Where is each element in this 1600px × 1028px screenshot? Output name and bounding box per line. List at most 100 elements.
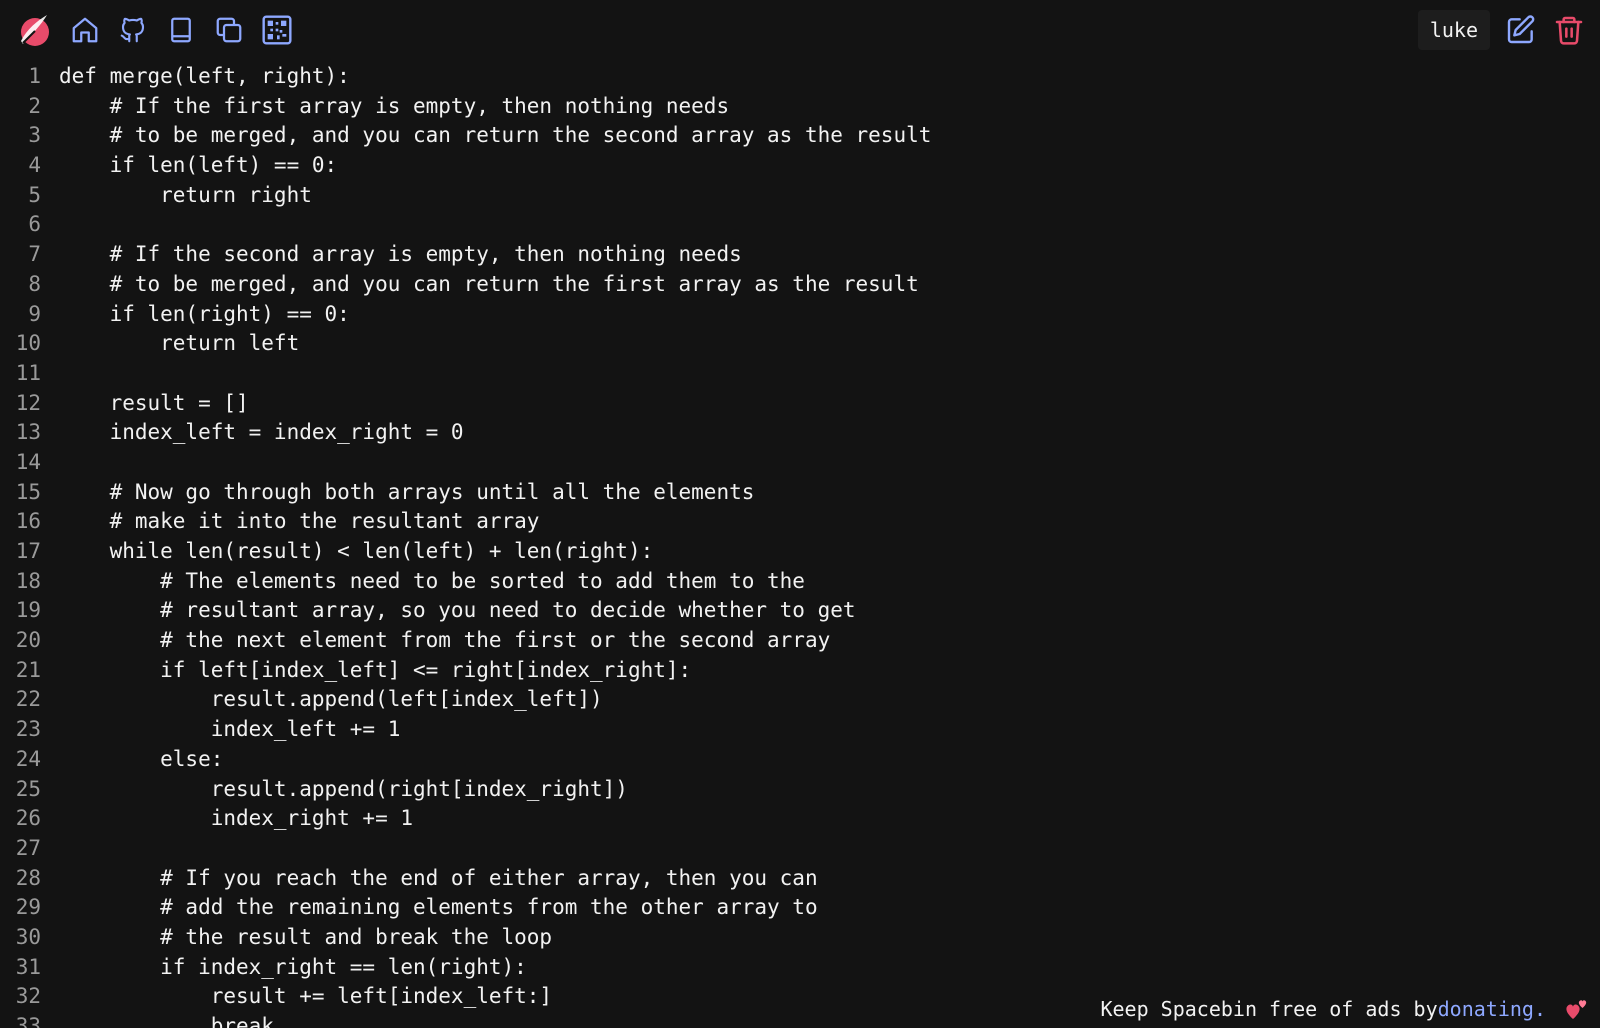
line-number[interactable]: 12 bbox=[0, 389, 41, 419]
line-text: else: bbox=[59, 746, 224, 771]
line-text: result.append(right[index_right]) bbox=[59, 776, 628, 801]
line-text: if index_right == len(right): bbox=[59, 954, 527, 979]
line-number[interactable]: 15 bbox=[0, 478, 41, 508]
code-line: 14 bbox=[0, 448, 1600, 478]
code-line: 5 return right bbox=[0, 181, 1600, 211]
line-number[interactable]: 32 bbox=[0, 982, 41, 1012]
line-number[interactable]: 25 bbox=[0, 775, 41, 805]
line-text: # to be merged, and you can return the f… bbox=[59, 271, 919, 296]
qr-code-icon[interactable] bbox=[260, 13, 294, 47]
line-number[interactable]: 27 bbox=[0, 834, 41, 864]
line-number[interactable]: 22 bbox=[0, 685, 41, 715]
line-text: result += left[index_left:] bbox=[59, 984, 553, 1009]
line-number[interactable]: 9 bbox=[0, 300, 41, 330]
line-text: result.append(left[index_left]) bbox=[59, 687, 603, 712]
copy-icon[interactable] bbox=[212, 13, 246, 47]
line-text: def merge(left, right): bbox=[59, 64, 350, 88]
username-badge[interactable]: luke bbox=[1417, 10, 1490, 50]
donation-footer: Keep Spacebin free of ads by donating. bbox=[1090, 996, 1590, 1022]
line-number[interactable]: 19 bbox=[0, 596, 41, 626]
github-icon[interactable] bbox=[116, 13, 150, 47]
edit-icon[interactable] bbox=[1504, 13, 1538, 47]
code-line: 15 # Now go through both arrays until al… bbox=[0, 478, 1600, 508]
code-line: 3 # to be merged, and you can return the… bbox=[0, 121, 1600, 151]
line-text: return left bbox=[59, 331, 300, 356]
line-number[interactable]: 24 bbox=[0, 745, 41, 775]
line-number[interactable]: 18 bbox=[0, 567, 41, 597]
line-number[interactable]: 8 bbox=[0, 270, 41, 300]
line-text: # Now go through both arrays until all t… bbox=[59, 479, 755, 504]
line-text: # If the second array is empty, then not… bbox=[59, 242, 742, 267]
code-line: 8 # to be merged, and you can return the… bbox=[0, 270, 1600, 300]
line-number[interactable]: 4 bbox=[0, 151, 41, 181]
line-text: # The elements need to be sorted to add … bbox=[59, 568, 805, 593]
line-text: # the next element from the first or the… bbox=[59, 628, 831, 653]
code-line: 27 bbox=[0, 834, 1600, 864]
code-line: 18 # The elements need to be sorted to a… bbox=[0, 567, 1600, 597]
code-line: 25 result.append(right[index_right]) bbox=[0, 775, 1600, 805]
line-number[interactable]: 2 bbox=[0, 92, 41, 122]
code-line: 29 # add the remaining elements from the… bbox=[0, 893, 1600, 923]
code-line: 31 if index_right == len(right): bbox=[0, 953, 1600, 983]
line-text: # resultant array, so you need to decide… bbox=[59, 598, 856, 623]
code-line: 19 # resultant array, so you need to dec… bbox=[0, 596, 1600, 626]
top-toolbar bbox=[14, 8, 294, 52]
line-number[interactable]: 11 bbox=[0, 359, 41, 389]
line-text: break bbox=[59, 1014, 274, 1028]
home-icon[interactable] bbox=[68, 13, 102, 47]
line-number[interactable]: 16 bbox=[0, 507, 41, 537]
line-number[interactable]: 29 bbox=[0, 893, 41, 923]
line-number[interactable]: 33 bbox=[0, 1012, 41, 1028]
line-text: # If the first array is empty, then noth… bbox=[59, 93, 730, 118]
code-line: 22 result.append(left[index_left]) bbox=[0, 685, 1600, 715]
line-number[interactable]: 26 bbox=[0, 804, 41, 834]
line-number[interactable]: 14 bbox=[0, 448, 41, 478]
line-number[interactable]: 23 bbox=[0, 715, 41, 745]
line-text: # the result and break the loop bbox=[59, 924, 553, 949]
line-number[interactable]: 5 bbox=[0, 181, 41, 211]
code-line: 10 return left bbox=[0, 329, 1600, 359]
line-number[interactable]: 31 bbox=[0, 953, 41, 983]
hearts-icon bbox=[1564, 996, 1590, 1022]
line-number[interactable]: 1 bbox=[0, 62, 41, 92]
line-text bbox=[41, 834, 59, 864]
line-number[interactable]: 17 bbox=[0, 537, 41, 567]
header-actions: luke bbox=[1417, 10, 1586, 50]
code-line: 2 # If the first array is empty, then no… bbox=[0, 92, 1600, 122]
code-line: 24 else: bbox=[0, 745, 1600, 775]
line-text: # to be merged, and you can return the s… bbox=[59, 123, 932, 148]
line-number[interactable]: 3 bbox=[0, 121, 41, 151]
line-text bbox=[41, 448, 59, 478]
code-line: 21 if left[index_left] <= right[index_ri… bbox=[0, 656, 1600, 686]
trash-icon[interactable] bbox=[1552, 13, 1586, 47]
line-text: return right bbox=[59, 182, 312, 207]
book-icon[interactable] bbox=[164, 13, 198, 47]
line-text: index_right += 1 bbox=[59, 806, 414, 831]
line-text bbox=[41, 210, 59, 240]
code-line: 7 # If the second array is empty, then n… bbox=[0, 240, 1600, 270]
line-text: index_left += 1 bbox=[59, 717, 401, 742]
line-number[interactable]: 21 bbox=[0, 656, 41, 686]
line-number[interactable]: 6 bbox=[0, 210, 41, 240]
line-text: if len(left) == 0: bbox=[59, 153, 338, 178]
code-line: 11 bbox=[0, 359, 1600, 389]
code-line: 17 while len(result) < len(left) + len(r… bbox=[0, 537, 1600, 567]
code-line: 6 bbox=[0, 210, 1600, 240]
line-number[interactable]: 28 bbox=[0, 864, 41, 894]
line-number[interactable]: 13 bbox=[0, 418, 41, 448]
donate-link[interactable]: donating. bbox=[1438, 997, 1546, 1021]
spacebin-logo-icon[interactable] bbox=[14, 10, 54, 50]
line-number[interactable]: 20 bbox=[0, 626, 41, 656]
code-line: 30 # the result and break the loop bbox=[0, 923, 1600, 953]
line-number[interactable]: 30 bbox=[0, 923, 41, 953]
code-viewer[interactable]: 1 def merge(left, right): 2 # If the first… bbox=[0, 62, 1600, 1028]
line-text: if left[index_left] <= right[index_right… bbox=[59, 657, 692, 682]
code-line: 26 index_right += 1 bbox=[0, 804, 1600, 834]
code-line: 12 result = [] bbox=[0, 389, 1600, 419]
code-line: 1 def merge(left, right): bbox=[0, 62, 1600, 92]
line-text: if len(right) == 0: bbox=[59, 301, 350, 326]
line-text: # If you reach the end of either array, … bbox=[59, 865, 818, 890]
line-number[interactable]: 7 bbox=[0, 240, 41, 270]
line-text: while len(result) < len(left) + len(righ… bbox=[59, 539, 654, 563]
line-number[interactable]: 10 bbox=[0, 329, 41, 359]
